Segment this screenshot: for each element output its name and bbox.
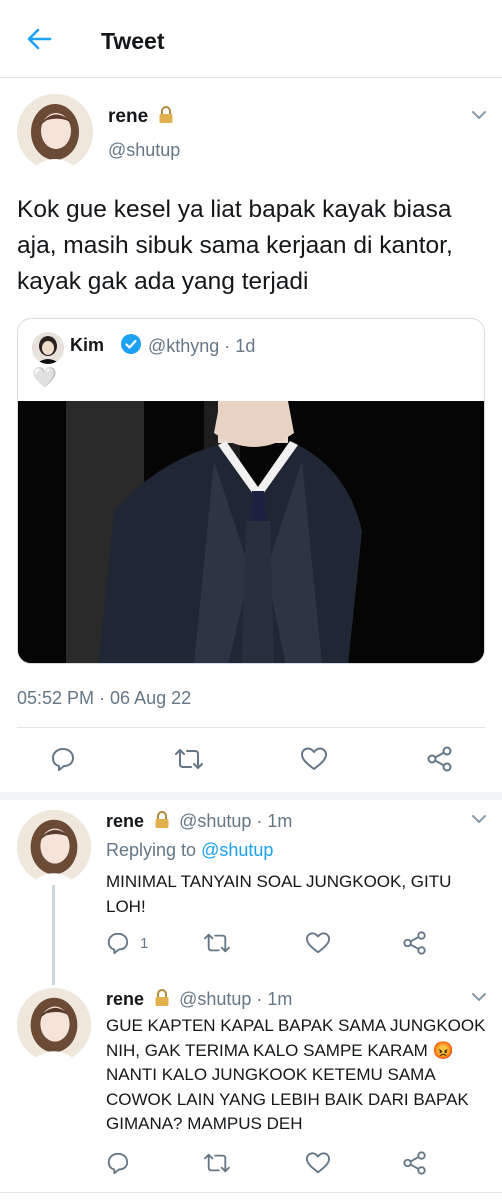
reply-text: MINIMAL TANYAIN SOAL JUNGKOOK, GITU LOH! <box>106 872 452 916</box>
reply-header: rene @shutup · 1m <box>106 811 292 834</box>
quoted-author-avatar <box>32 332 64 364</box>
divider <box>0 1192 502 1193</box>
like-button[interactable] <box>305 1151 331 1175</box>
reply-author-name[interactable]: rene <box>106 811 144 831</box>
heart-emoji: 🤍 <box>32 367 57 389</box>
chevron-down-icon <box>472 111 486 120</box>
reply-count: 1 <box>140 934 149 952</box>
arrow-left-icon <box>27 28 52 50</box>
section-separator <box>0 792 502 800</box>
retweet-icon <box>204 933 230 953</box>
reply-icon <box>107 1152 129 1175</box>
back-button[interactable] <box>24 24 54 54</box>
like-icon <box>301 747 327 770</box>
retweet-icon <box>204 1153 230 1173</box>
like-button[interactable] <box>300 746 328 772</box>
thread-connector <box>52 885 55 985</box>
reply-author-avatar[interactable] <box>17 810 91 884</box>
tweet-options-button[interactable] <box>468 104 490 126</box>
share-button[interactable] <box>402 930 428 956</box>
retweet-button[interactable] <box>203 931 231 955</box>
reply-options-button[interactable] <box>468 986 490 1008</box>
divider <box>17 727 485 728</box>
tweet-timestamp[interactable]: 05:52 PM · 06 Aug 22 <box>17 688 191 709</box>
like-icon <box>306 1152 330 1174</box>
like-icon <box>306 932 330 954</box>
retweet-button[interactable] <box>174 746 204 772</box>
reply-options-button[interactable] <box>468 808 490 830</box>
tweet-text: Kok gue kesel ya liat bapak kayak biasa … <box>17 196 453 295</box>
retweet-icon <box>175 749 203 769</box>
reply-text: GUE KAPTEN KAPAL BAPAK SAMA JUNGKOOK NIH… <box>106 1016 486 1133</box>
reply-handle-time: @shutup · 1m <box>179 811 293 831</box>
chevron-down-icon <box>472 993 486 1002</box>
reply-button[interactable] <box>50 746 76 772</box>
like-button[interactable] <box>305 931 331 955</box>
top-app-bar: Tweet <box>0 0 502 78</box>
reply-author-avatar[interactable] <box>17 988 91 1062</box>
lock-icon <box>158 106 174 130</box>
reply-button[interactable]: 1 <box>106 931 148 955</box>
retweet-button[interactable] <box>203 1151 231 1175</box>
share-button[interactable] <box>402 1150 428 1176</box>
author-name-text: rene <box>108 106 149 127</box>
author-avatar[interactable] <box>17 94 93 170</box>
chevron-down-icon <box>472 815 486 824</box>
verified-badge-icon <box>120 333 142 355</box>
reply-author-name[interactable]: rene <box>106 989 144 1009</box>
author-handle: @shutup <box>108 140 181 160</box>
share-button[interactable] <box>426 745 454 773</box>
replying-to: Replying to @shutup <box>106 840 273 861</box>
reply-button[interactable] <box>106 1151 130 1175</box>
reply-header: rene @shutup · 1m <box>106 989 292 1012</box>
lock-icon <box>154 989 170 1012</box>
share-icon <box>403 931 426 955</box>
replying-handle-link[interactable]: @shutup <box>201 840 273 860</box>
share-icon <box>403 1151 426 1175</box>
quoted-handle-time: @kthyng · 1d <box>148 336 256 356</box>
share-icon <box>427 746 452 772</box>
reply-icon <box>52 748 74 771</box>
reply-icon <box>107 932 129 955</box>
author-display-name[interactable]: rene <box>108 106 174 130</box>
reply-handle-time: @shutup · 1m <box>179 989 293 1009</box>
quoted-author-name: Kim <box>70 335 105 355</box>
lock-icon <box>154 811 170 834</box>
replying-prefix: Replying to <box>106 840 197 860</box>
quoted-tweet-card[interactable]: Kim @kthyng · 1d 🤍 <box>17 318 485 664</box>
page-title: Tweet <box>101 28 165 54</box>
quoted-media-image[interactable] <box>18 401 484 663</box>
